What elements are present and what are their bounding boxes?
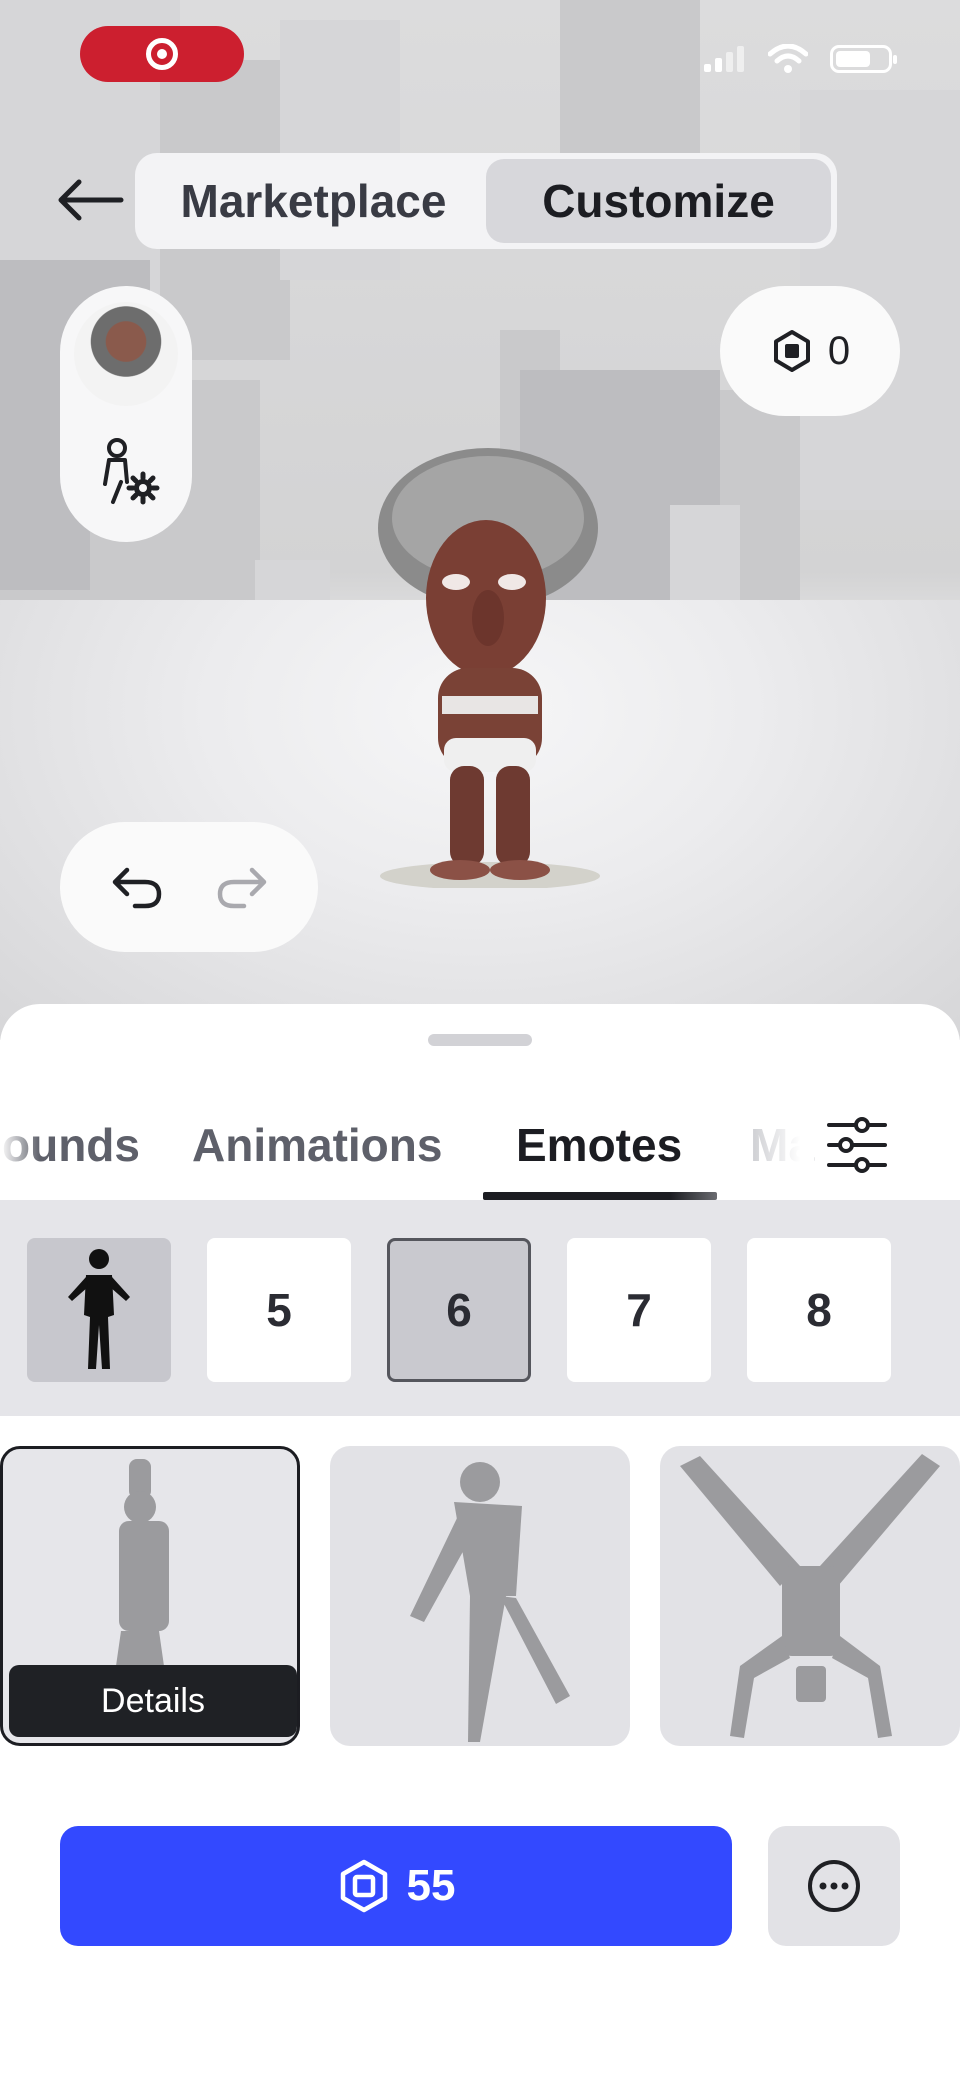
- robux-balance-value: 0: [827, 328, 851, 373]
- emote-slot-5[interactable]: 5: [207, 1238, 351, 1382]
- avatar-settings-icon[interactable]: [91, 436, 161, 506]
- signal-icon: [704, 46, 744, 72]
- emote-preview-image: [410, 1462, 570, 1742]
- avatar-controls: [60, 286, 192, 542]
- robux-icon: [773, 330, 810, 372]
- tab-fade-left: [0, 1094, 40, 1196]
- back-arrow-icon: [58, 179, 124, 221]
- screen-recording-indicator[interactable]: [80, 26, 244, 82]
- status-bar-icons: [702, 44, 897, 74]
- buy-button[interactable]: 55: [60, 1826, 732, 1946]
- tab-emotes[interactable]: Emotes: [516, 1094, 682, 1196]
- avatar[interactable]: [74, 302, 178, 406]
- robux-balance[interactable]: 0: [720, 286, 900, 416]
- wifi-icon: [768, 44, 808, 73]
- emote-slot-8[interactable]: 8: [747, 1238, 891, 1382]
- redo-icon[interactable]: [216, 864, 270, 910]
- emote-tile[interactable]: [660, 1446, 960, 1746]
- record-icon: [146, 38, 178, 70]
- battery-icon: [830, 45, 897, 73]
- sheet-grabber[interactable]: [428, 1034, 532, 1046]
- back-button[interactable]: [50, 170, 130, 230]
- details-button[interactable]: Details: [9, 1665, 297, 1737]
- mode-switcher: Marketplace Customize: [135, 153, 837, 249]
- emote-grid: Details: [0, 1446, 960, 1746]
- more-options-button[interactable]: [768, 1826, 900, 1946]
- undo-redo-controls: [60, 822, 318, 952]
- category-tabs: ounds Animations Emotes Ma: [0, 1094, 960, 1200]
- filter-icon: [827, 1117, 887, 1173]
- emote-tile[interactable]: Details: [0, 1446, 300, 1746]
- active-tab-indicator: [483, 1192, 717, 1200]
- emote-slot-7[interactable]: 7: [567, 1238, 711, 1382]
- emote-tile[interactable]: [330, 1446, 630, 1746]
- robux-icon: [340, 1859, 387, 1913]
- emote-slot-6[interactable]: 6: [387, 1238, 531, 1382]
- undo-icon[interactable]: [109, 864, 163, 910]
- emote-figure-icon: [68, 1249, 130, 1369]
- tab-fade-right: [724, 1094, 814, 1196]
- buy-price: 55: [406, 1861, 456, 1910]
- avatar-character: [378, 448, 600, 888]
- emote-preview-image: [680, 1454, 940, 1738]
- customize-sheet: ounds Animations Emotes Ma 5 6: [0, 1004, 960, 2080]
- tab-marketplace[interactable]: Marketplace: [141, 159, 486, 243]
- emote-slot-current[interactable]: [27, 1238, 171, 1382]
- emote-slots: 5 6 7 8: [0, 1200, 960, 1416]
- filter-button[interactable]: [822, 1110, 892, 1180]
- tab-animations[interactable]: Animations: [192, 1094, 442, 1196]
- more-icon: [808, 1860, 860, 1912]
- tab-customize[interactable]: Customize: [486, 159, 831, 243]
